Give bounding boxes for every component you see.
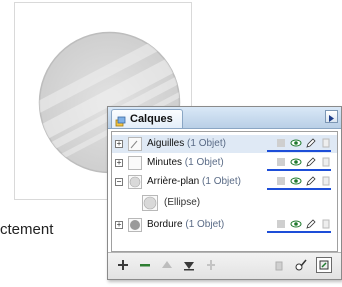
layer-name: Arrière-plan (1 Objet) [147,176,241,187]
expand-toggle[interactable]: + [115,140,123,148]
add-layer-icon[interactable] [116,258,130,272]
layer-thumbnail [128,175,142,189]
trash-icon[interactable] [272,258,286,272]
new-layer-icon[interactable] [316,257,332,273]
layer-name: Aiguilles (1 Objet) [147,138,226,149]
lock-square-icon[interactable] [275,137,287,149]
panel-menu-icon [329,115,334,122]
lock-square-icon[interactable] [275,175,287,187]
pencil-icon[interactable] [305,175,317,187]
panel-menu-button[interactable] [325,110,338,123]
layer-underline [267,169,331,171]
layers-icon [115,114,126,126]
lock-square-icon[interactable] [275,156,287,168]
tab-calques[interactable]: Calques [111,109,183,128]
pencil-icon[interactable] [305,156,317,168]
lock-square-icon[interactable] [275,218,287,230]
layer-row-bordure[interactable]: + Bordure (1 Objet) [112,216,337,234]
pencil-icon[interactable] [305,218,317,230]
layer-status-icons [275,175,332,187]
object-name: (Ellipse) [164,197,201,208]
layers-panel: Calques + Aiguilles (1 Objet) + Minutes … [107,106,342,280]
layer-name: Bordure (1 Objet) [147,219,225,230]
tab-label: Calques [130,113,173,125]
layer-underline [267,188,331,190]
move-down-icon[interactable] [182,258,196,272]
object-row-ellipse[interactable]: (Ellipse) [112,194,337,212]
caption-text: ctement [0,221,54,238]
merge-icon[interactable] [204,258,218,272]
object-thumbnail [142,195,158,211]
layer-thumbnail [128,156,142,170]
print-icon[interactable] [320,218,332,230]
layers-list: + Aiguilles (1 Objet) + Minutes (1 Objet… [111,131,338,252]
layer-status-icons [275,218,332,230]
eye-icon[interactable] [290,218,302,230]
eye-icon[interactable] [290,137,302,149]
print-icon[interactable] [320,137,332,149]
layer-status-icons [275,137,332,149]
selection-underline [267,150,331,152]
layer-row-minutes[interactable]: + Minutes (1 Objet) [112,154,337,172]
pencil-icon[interactable] [305,137,317,149]
layer-options-icon[interactable] [294,258,308,272]
expand-toggle[interactable]: + [115,159,123,167]
layer-thumbnail [128,218,142,232]
delete-layer-icon[interactable] [138,258,152,272]
panel-toolbar [108,252,341,279]
layer-row-aiguilles[interactable]: + Aiguilles (1 Objet) [112,135,337,153]
eye-icon[interactable] [290,156,302,168]
expand-toggle[interactable]: + [115,221,123,229]
eye-icon[interactable] [290,175,302,187]
layer-name: Minutes (1 Objet) [147,157,224,168]
collapse-toggle[interactable]: − [115,178,123,186]
layer-status-icons [275,156,332,168]
panel-header: Calques [108,107,341,129]
print-icon[interactable] [320,175,332,187]
layer-underline [267,231,331,233]
move-up-icon[interactable] [160,258,174,272]
layer-thumbnail [128,137,142,151]
print-icon[interactable] [320,156,332,168]
layer-row-arriere-plan[interactable]: − Arrière-plan (1 Objet) [112,173,337,191]
